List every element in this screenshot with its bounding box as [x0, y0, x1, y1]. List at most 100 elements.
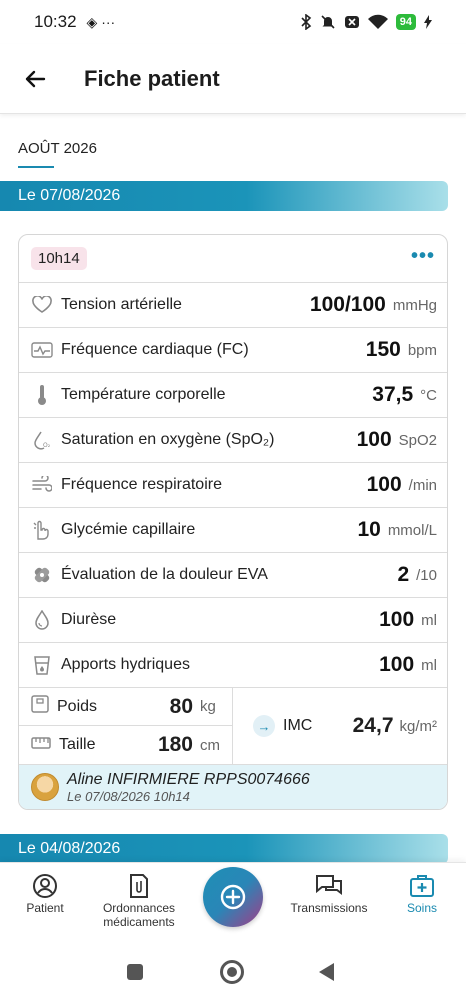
- taille-value: 180: [157, 733, 193, 756]
- arrow-left-icon: [25, 70, 46, 87]
- status-bar: 10:32 ◈ ··· 94: [0, 0, 466, 44]
- avatar: [31, 773, 59, 801]
- nav-soins-label: Soins: [406, 901, 438, 915]
- vital-value: 100: [379, 653, 415, 676]
- vital-unit: /10: [416, 566, 437, 584]
- vital-value: 10: [357, 518, 381, 541]
- nav-patient-label: Patient: [26, 901, 64, 915]
- imc-label: IMC: [283, 717, 313, 734]
- vital-row-glycemie[interactable]: Glycémie capillaire 10 mmol/L: [19, 508, 447, 553]
- vital-row-apports[interactable]: Apports hydriques 100 ml: [19, 643, 447, 688]
- vital-row-fc[interactable]: Fréquence cardiaque (FC) 150 bpm: [19, 328, 447, 373]
- poids-value: 80: [169, 694, 193, 718]
- measurements-block: Poids 80 kg Taille 180 cm → IMC 24,7 kg/…: [19, 688, 447, 765]
- finger-prick-icon: [31, 519, 53, 541]
- vital-row-tension[interactable]: Tension artérielle 100/100 mmHg: [19, 283, 447, 328]
- vital-label: Apports hydriques: [61, 656, 190, 673]
- wind-icon: [31, 474, 53, 496]
- vital-label: Fréquence cardiaque (FC): [61, 341, 249, 358]
- vital-unit: mmHg: [392, 296, 437, 314]
- back-button[interactable]: [20, 64, 50, 94]
- recents-button[interactable]: [127, 964, 143, 980]
- vital-unit: ml: [421, 656, 437, 674]
- heart-icon: [31, 294, 53, 316]
- bottom-navigation: Patient Ordonnances médicaments Transmis…: [0, 862, 466, 944]
- weight-height-column: Poids 80 kg Taille 180 cm: [19, 688, 233, 764]
- vital-label: Glycémie capillaire: [61, 521, 196, 538]
- month-tab-indicator: [18, 166, 54, 168]
- vital-label: Diurèse: [61, 611, 117, 628]
- taille-label: Taille: [59, 736, 96, 753]
- add-button[interactable]: [203, 867, 263, 927]
- no-sim-icon: [344, 16, 359, 28]
- status-time: 10:32: [34, 12, 77, 31]
- user-circle-icon: [32, 871, 58, 901]
- cup-icon: [31, 654, 53, 676]
- svg-text:O₂: O₂: [43, 442, 51, 449]
- vital-value: 100: [356, 428, 392, 451]
- vital-label: Tension artérielle: [61, 296, 182, 313]
- battery-level: 94: [395, 14, 416, 30]
- vital-unit: SpO2: [398, 431, 437, 449]
- nav-ordonnances[interactable]: Ordonnances médicaments: [100, 871, 178, 929]
- vital-label: Saturation en oxygène (SpO₂): [61, 431, 275, 448]
- vital-label: Fréquence respiratoire: [61, 476, 222, 493]
- medical-badge-icon: [409, 871, 435, 901]
- app-bar: Fiche patient: [0, 44, 466, 114]
- nav-soins[interactable]: Soins: [402, 871, 442, 915]
- vital-value: 100: [379, 608, 415, 631]
- taille-row[interactable]: Taille 180 cm: [19, 726, 232, 764]
- status-notification-icons: ◈ ···: [86, 13, 116, 30]
- card-header: 10h14 •••: [19, 235, 447, 283]
- drop-icon: [31, 609, 53, 631]
- vital-row-temperature[interactable]: Température corporelle 37,5 °C: [19, 373, 447, 418]
- vital-row-diurese[interactable]: Diurèse 100 ml: [19, 598, 447, 643]
- thermometer-icon: [31, 384, 53, 406]
- charging-icon: [424, 15, 432, 29]
- mute-icon: [321, 15, 335, 29]
- date-section-header: Le 07/08/2026: [0, 181, 448, 211]
- plus-circle-icon: [220, 884, 246, 910]
- vital-unit: ml: [421, 611, 437, 629]
- taille-unit: cm: [200, 736, 220, 754]
- system-navigation-bar: [0, 944, 466, 997]
- author-footer: Aline INFIRMIERE RPPS0074666 Le 07/08/20…: [19, 765, 447, 809]
- chat-icon: [315, 871, 343, 901]
- vital-unit: °C: [420, 386, 437, 404]
- vital-unit: /min: [408, 476, 437, 494]
- vitals-card: 10h14 ••• Tension artérielle 100/100 mmH…: [18, 234, 448, 810]
- vital-label: Température corporelle: [61, 386, 226, 403]
- wifi-icon: [367, 14, 388, 29]
- vital-row-respiratoire[interactable]: Fréquence respiratoire 100 /min: [19, 463, 447, 508]
- vital-row-spo2[interactable]: O₂ Saturation en oxygène (SpO₂) 100 SpO2: [19, 418, 447, 463]
- imc-value: 24,7: [352, 714, 394, 737]
- vital-value: 2: [397, 563, 410, 586]
- oxygen-drop-icon: O₂: [31, 429, 53, 451]
- vital-value: 37,5: [372, 383, 414, 406]
- vital-value: 100: [366, 473, 402, 496]
- more-options-button[interactable]: •••: [411, 246, 435, 267]
- document-clip-icon: [128, 871, 150, 901]
- page-title: Fiche patient: [84, 65, 220, 91]
- nav-transmissions-label: Transmissions: [290, 901, 368, 915]
- time-chip: 10h14: [31, 247, 87, 270]
- system-back-button[interactable]: [319, 963, 334, 981]
- nav-patient[interactable]: Patient: [22, 871, 68, 915]
- nav-transmissions[interactable]: Transmissions: [286, 871, 372, 915]
- bandage-icon: [31, 564, 53, 586]
- scale-icon: [31, 695, 49, 718]
- imc-block[interactable]: → IMC 24,7 kg/m²: [233, 688, 447, 764]
- nav-ordonnances-label: Ordonnances médicaments: [102, 901, 176, 929]
- heartbeat-icon: [31, 339, 53, 361]
- vital-row-douleur[interactable]: Évaluation de la douleur EVA 2 /10: [19, 553, 447, 598]
- poids-row[interactable]: Poids 80 kg: [19, 688, 232, 726]
- vital-unit: mmol/L: [387, 521, 437, 539]
- author-date: Le 07/08/2026 10h14: [67, 788, 190, 804]
- status-right-icons: 94: [300, 14, 432, 30]
- month-tab[interactable]: AOÛT 2026: [18, 140, 97, 157]
- ruler-icon: [31, 736, 51, 755]
- arrow-right-icon: →: [253, 715, 275, 737]
- author-name: Aline INFIRMIERE RPPS0074666: [67, 770, 310, 788]
- vital-value: 150: [365, 338, 401, 361]
- home-button[interactable]: [220, 960, 244, 984]
